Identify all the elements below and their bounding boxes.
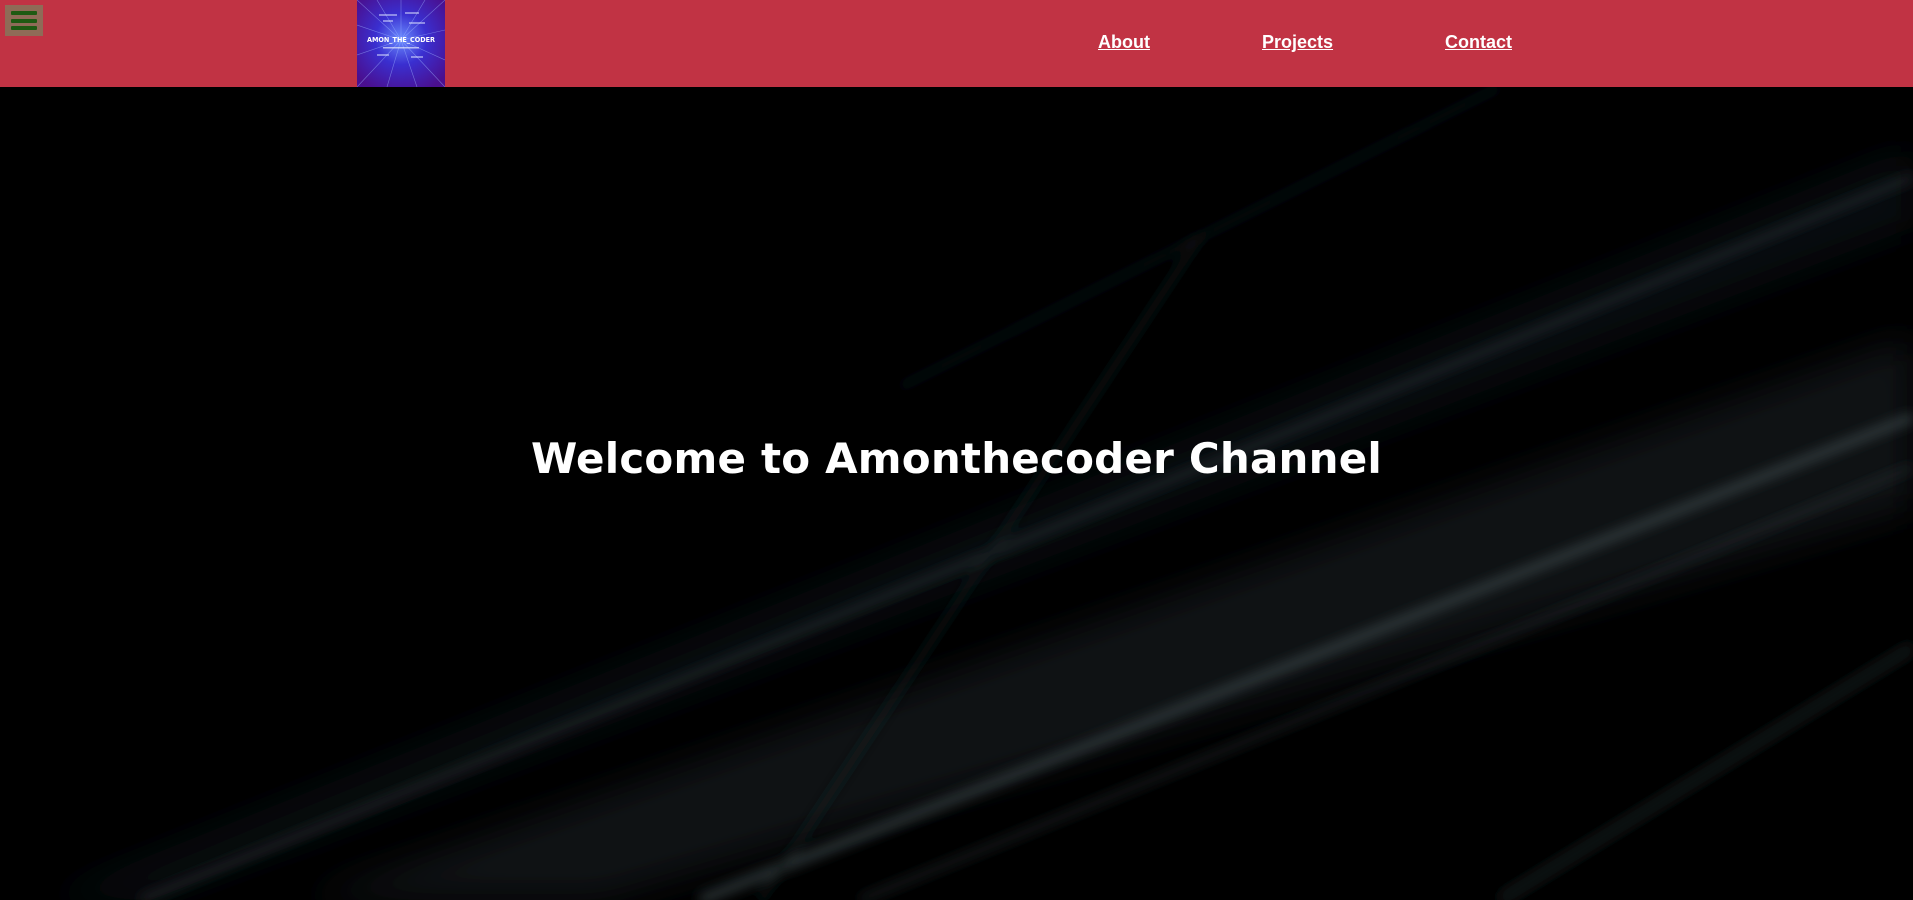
hamburger-icon-bar bbox=[11, 26, 37, 30]
nav-link-projects[interactable]: Projects bbox=[1262, 32, 1333, 53]
menu-toggle-button[interactable] bbox=[5, 5, 43, 36]
hamburger-icon-bar bbox=[11, 18, 37, 23]
hero-title: Welcome to Amonthecoder Channel bbox=[531, 434, 1382, 483]
hero-section: Welcome to Amonthecoder Channel bbox=[0, 87, 1913, 900]
hamburger-icon-bar bbox=[11, 11, 37, 15]
hero-background-image bbox=[0, 87, 1913, 900]
top-navbar: AMON_THE_CODER About Projects Contact bbox=[0, 0, 1913, 87]
logo-graphic: AMON_THE_CODER bbox=[357, 0, 445, 87]
nav-link-contact[interactable]: Contact bbox=[1445, 32, 1512, 53]
logo-text: AMON_THE_CODER bbox=[367, 35, 435, 44]
nav-link-about[interactable]: About bbox=[1098, 32, 1150, 53]
channel-logo[interactable]: AMON_THE_CODER bbox=[357, 0, 445, 87]
